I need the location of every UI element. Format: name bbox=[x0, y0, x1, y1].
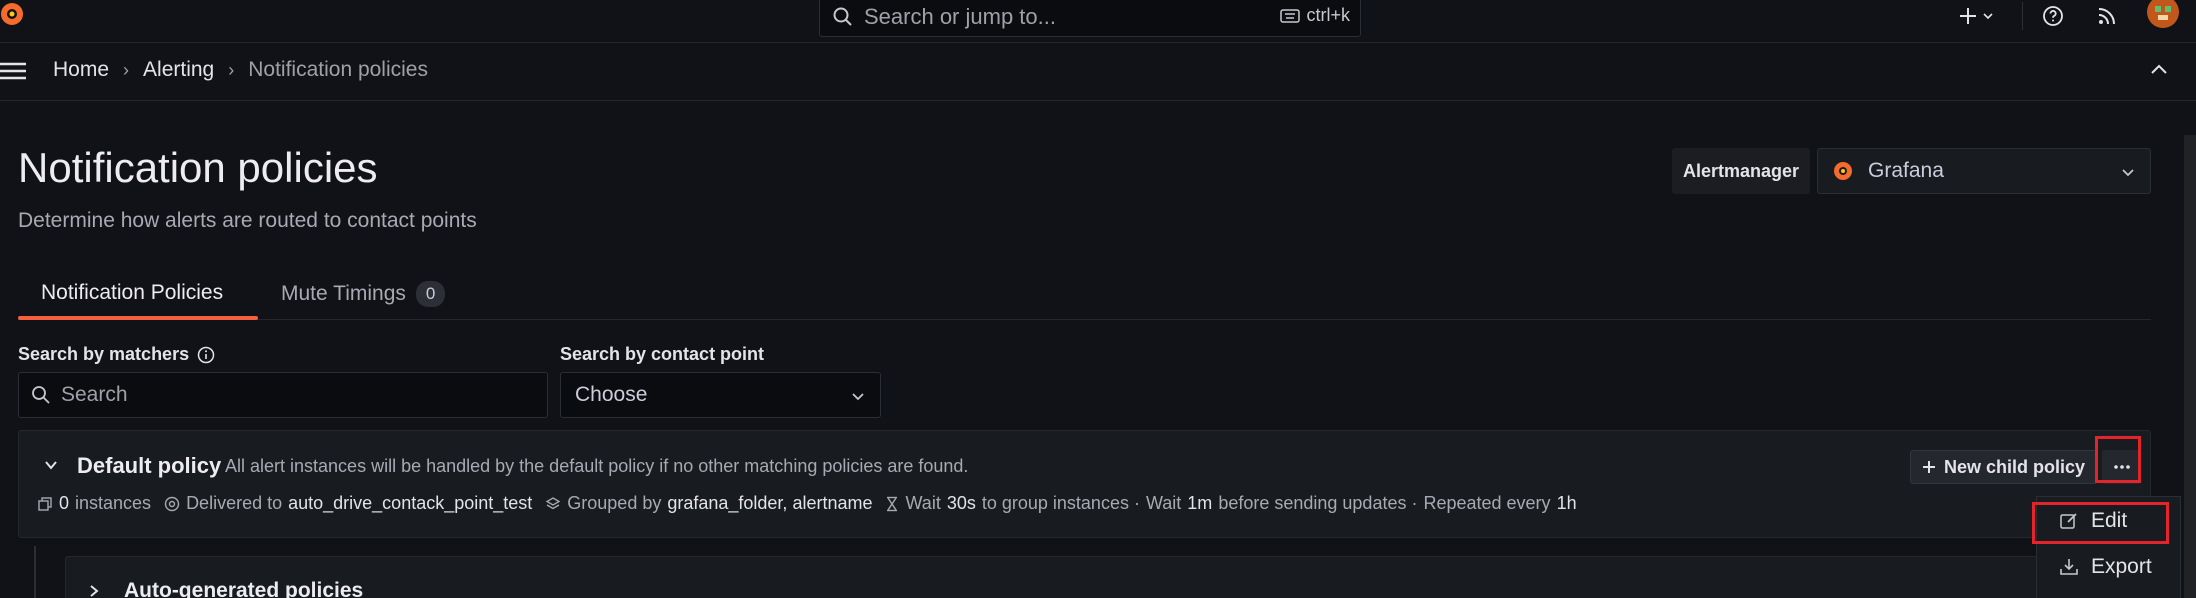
policy-meta: 0 instances Delivered to auto_drive_cont… bbox=[37, 493, 1577, 514]
keyboard-shortcut: ctrl+k bbox=[1280, 5, 1350, 26]
contact-point-link[interactable]: auto_drive_contack_point_test bbox=[288, 493, 532, 514]
expand-toggle[interactable] bbox=[88, 583, 100, 598]
label-text: Search by matchers bbox=[18, 344, 190, 364]
info-icon[interactable] bbox=[197, 346, 215, 364]
highlight-box bbox=[2032, 502, 2169, 544]
breadcrumb-separator: › bbox=[123, 59, 130, 80]
keyboard-icon bbox=[1280, 8, 1301, 23]
collapse-toggle[interactable] bbox=[43, 458, 59, 472]
tab-bar: Notification Policies Mute Timings 0 bbox=[18, 275, 2151, 320]
policy-title: Default policy bbox=[77, 453, 222, 478]
contact-point-select[interactable]: Choose bbox=[560, 372, 881, 418]
chevron-up-icon bbox=[2150, 63, 2168, 75]
rss-icon bbox=[2097, 6, 2117, 26]
group-wait-suffix: to group instances · bbox=[981, 493, 1140, 513]
breadcrumb-current: Notification policies bbox=[248, 58, 428, 81]
grafana-icon bbox=[1832, 160, 1854, 182]
group-wait-value: 30s bbox=[946, 493, 976, 513]
grafana-logo[interactable] bbox=[0, 0, 28, 28]
menu-item-export[interactable]: Export bbox=[2059, 555, 2152, 579]
scrollbar[interactable] bbox=[2184, 135, 2196, 598]
breadcrumb-alerting[interactable]: Alerting bbox=[143, 58, 214, 82]
grouped-value: grafana_folder, alertname bbox=[667, 493, 873, 513]
search-placeholder: Search or jump to... bbox=[864, 3, 1056, 29]
help-icon bbox=[2042, 5, 2064, 27]
plus-icon bbox=[1922, 460, 1936, 474]
button-label: New child policy bbox=[1943, 456, 2086, 477]
chevron-down-icon bbox=[850, 388, 866, 404]
instances-count: 0 bbox=[59, 493, 70, 513]
help-button[interactable] bbox=[2042, 2, 2064, 30]
group-interval-value: 1m bbox=[1187, 493, 1213, 513]
alertmanager-select[interactable]: Grafana bbox=[1817, 148, 2151, 194]
breadcrumb-home[interactable]: Home bbox=[53, 58, 109, 82]
search-icon bbox=[832, 6, 854, 28]
top-navbar: Search or jump to... ctrl+k bbox=[0, 0, 2196, 43]
menu-toggle-button[interactable] bbox=[0, 62, 26, 80]
default-policy-card: Default policy All alert instances will … bbox=[18, 430, 2151, 538]
highlight-box bbox=[2095, 436, 2141, 483]
search-bar[interactable]: Search or jump to... ctrl+k bbox=[819, 0, 1361, 37]
tab-notification-policies[interactable]: Notification Policies bbox=[41, 281, 223, 305]
contact-point-label: Search by contact point bbox=[560, 344, 765, 364]
tree-connector bbox=[34, 546, 36, 598]
breadcrumb-bar: Home › Alerting › Notification policies bbox=[0, 43, 2196, 101]
new-child-policy-button[interactable]: New child policy bbox=[1910, 450, 2097, 484]
instances-label: instances bbox=[75, 493, 152, 513]
count-badge: 0 bbox=[415, 281, 446, 307]
delivered-meta: Delivered to auto_drive_contack_point_te… bbox=[164, 493, 532, 514]
chevron-down-icon bbox=[43, 458, 59, 472]
news-button[interactable] bbox=[2097, 2, 2117, 30]
at-icon bbox=[164, 496, 180, 512]
add-new-button[interactable] bbox=[1958, 2, 1994, 30]
shortcut-text: ctrl+k bbox=[1306, 5, 1350, 25]
active-tab-indicator bbox=[18, 316, 258, 320]
policy-description: All alert instances will be handled by t… bbox=[225, 456, 969, 476]
tab-label: Mute Timings bbox=[281, 282, 406, 305]
chevron-down-icon bbox=[2120, 164, 2136, 180]
plus-icon bbox=[1958, 6, 1978, 26]
group-interval-label: Wait bbox=[1145, 493, 1182, 513]
timing-meta: Wait 30s to group instances · Wait 1m be… bbox=[885, 493, 1577, 514]
matchers-search-input[interactable]: Search bbox=[18, 372, 548, 418]
instances-meta[interactable]: 0 instances bbox=[37, 493, 151, 514]
group-interval-suffix: before sending updates · bbox=[1218, 493, 1418, 513]
hamburger-icon bbox=[0, 62, 26, 80]
collapse-header-button[interactable] bbox=[2150, 63, 2168, 75]
alertmanager-value: Grafana bbox=[1868, 159, 1944, 182]
breadcrumb: Home › Alerting › Notification policies bbox=[53, 58, 428, 82]
repeat-label: Repeated every bbox=[1423, 493, 1551, 513]
matchers-label: Search by matchers bbox=[18, 344, 215, 365]
select-placeholder: Choose bbox=[575, 383, 648, 406]
user-avatar[interactable] bbox=[2146, 0, 2180, 28]
stack-icon bbox=[545, 496, 561, 512]
search-icon bbox=[31, 385, 51, 405]
hourglass-icon bbox=[885, 496, 899, 512]
breadcrumb-separator: › bbox=[228, 59, 235, 80]
delivered-label: Delivered to bbox=[186, 493, 283, 513]
child-policy-title: Auto-generated policies bbox=[124, 579, 364, 598]
child-policy-card: Auto-generated policies bbox=[65, 556, 2151, 598]
chevron-right-icon bbox=[88, 583, 100, 598]
input-placeholder: Search bbox=[61, 383, 128, 406]
grouped-meta: Grouped by grafana_folder, alertname bbox=[545, 493, 872, 514]
alertmanager-label: Alertmanager bbox=[1672, 148, 1810, 194]
page-subtitle: Determine how alerts are routed to conta… bbox=[18, 209, 477, 232]
divider bbox=[2022, 2, 2023, 30]
layers-icon bbox=[37, 496, 53, 512]
grouped-label: Grouped by bbox=[567, 493, 662, 513]
menu-item-label: Export bbox=[2091, 555, 2152, 578]
page-title: Notification policies bbox=[18, 144, 378, 191]
download-icon bbox=[2059, 557, 2079, 577]
tab-mute-timings[interactable]: Mute Timings 0 bbox=[281, 281, 446, 307]
chevron-down-icon bbox=[1982, 10, 1994, 22]
avatar bbox=[2147, 0, 2179, 28]
repeat-value: 1h bbox=[1556, 493, 1577, 513]
wait-label: Wait bbox=[905, 493, 941, 513]
